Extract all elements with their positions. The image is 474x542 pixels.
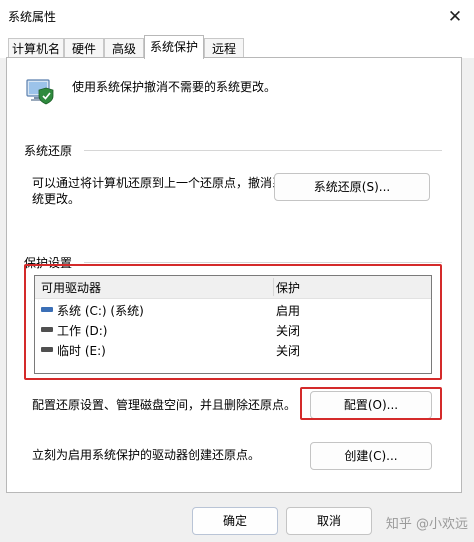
close-icon[interactable]: ✕: [444, 6, 466, 28]
tab-remote[interactable]: 远程: [204, 38, 244, 58]
window-title: 系统属性: [8, 10, 57, 24]
tab-bar: 计算机名 硬件 高级 系统保护 远程: [0, 34, 474, 59]
system-restore-button[interactable]: 系统还原(S)...: [274, 173, 430, 201]
create-button[interactable]: 创建(C)...: [310, 442, 432, 470]
watermark: 知乎 @小欢远: [385, 517, 468, 532]
title-bar: 系统属性 ✕: [0, 0, 474, 34]
restore-divider: [84, 150, 442, 151]
tab-system-protection[interactable]: 系统保护: [144, 35, 204, 59]
system-protection-icon: [26, 79, 54, 105]
configure-button-highlight: [300, 387, 442, 420]
ok-button[interactable]: 确定: [192, 507, 278, 535]
protection-divider: [84, 262, 442, 263]
create-description: 立刻为启用系统保护的驱动器创建还原点。: [32, 448, 261, 462]
restore-description-line2: 统更改。: [32, 192, 81, 206]
configure-description: 配置还原设置、管理磁盘空间，并且删除还原点。: [32, 398, 297, 412]
system-restore-heading: 系统还原: [24, 144, 73, 158]
tab-computer-name[interactable]: 计算机名: [8, 38, 64, 58]
intro-text: 使用系统保护撤消不需要的系统更改。: [72, 80, 277, 94]
tab-advanced[interactable]: 高级: [104, 38, 144, 58]
restore-description-line1: 可以通过将计算机还原到上一个还原点，撤消系: [32, 176, 285, 190]
drive-list-highlight: [24, 264, 442, 380]
cancel-button[interactable]: 取消: [286, 507, 372, 535]
tab-hardware[interactable]: 硬件: [64, 38, 104, 58]
